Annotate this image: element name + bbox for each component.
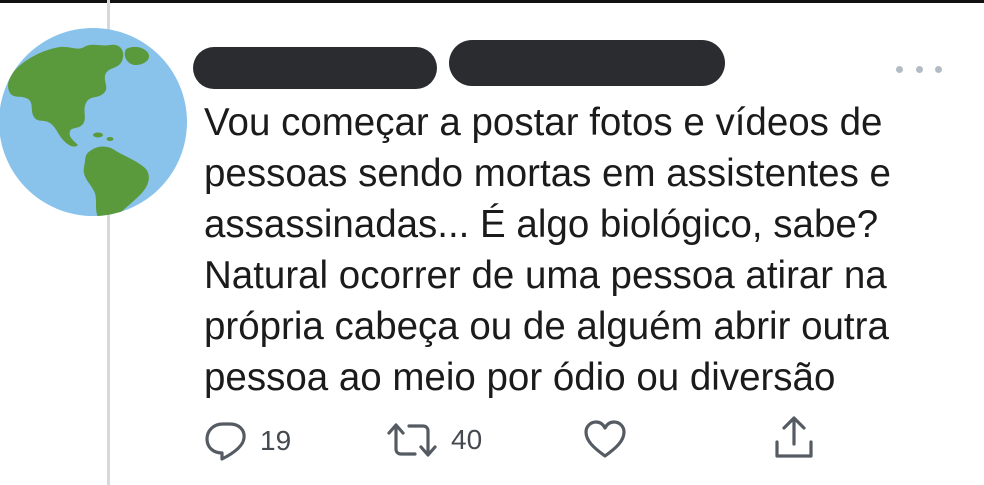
- reply-button[interactable]: 19: [204, 420, 291, 462]
- retweet-button[interactable]: 40: [385, 420, 482, 460]
- tweet-text: Vou começar a postar fotos e vídeos de p…: [204, 101, 891, 399]
- author-name-redacted[interactable]: [193, 47, 437, 89]
- avatar[interactable]: [0, 27, 188, 217]
- retweet-count: 40: [451, 424, 483, 455]
- reply-count: 19: [260, 425, 292, 456]
- top-divider: [0, 0, 984, 3]
- heart-icon: [584, 420, 626, 458]
- globe-americas-icon: [0, 28, 187, 216]
- reply-icon: [205, 422, 246, 461]
- dot: [935, 65, 942, 73]
- share-button[interactable]: [772, 414, 816, 462]
- tweet-container: Vou começar a postar fotos e vídeos de p…: [0, 0, 984, 485]
- retweet-icon: [387, 423, 437, 457]
- share-icon: [775, 416, 813, 458]
- more-options-icon[interactable]: [896, 58, 942, 80]
- dot: [896, 65, 903, 73]
- like-button[interactable]: [582, 418, 628, 460]
- dot: [915, 65, 923, 73]
- author-handle-redacted[interactable]: [449, 40, 725, 86]
- tweet-actions: 19 40: [0, 410, 984, 470]
